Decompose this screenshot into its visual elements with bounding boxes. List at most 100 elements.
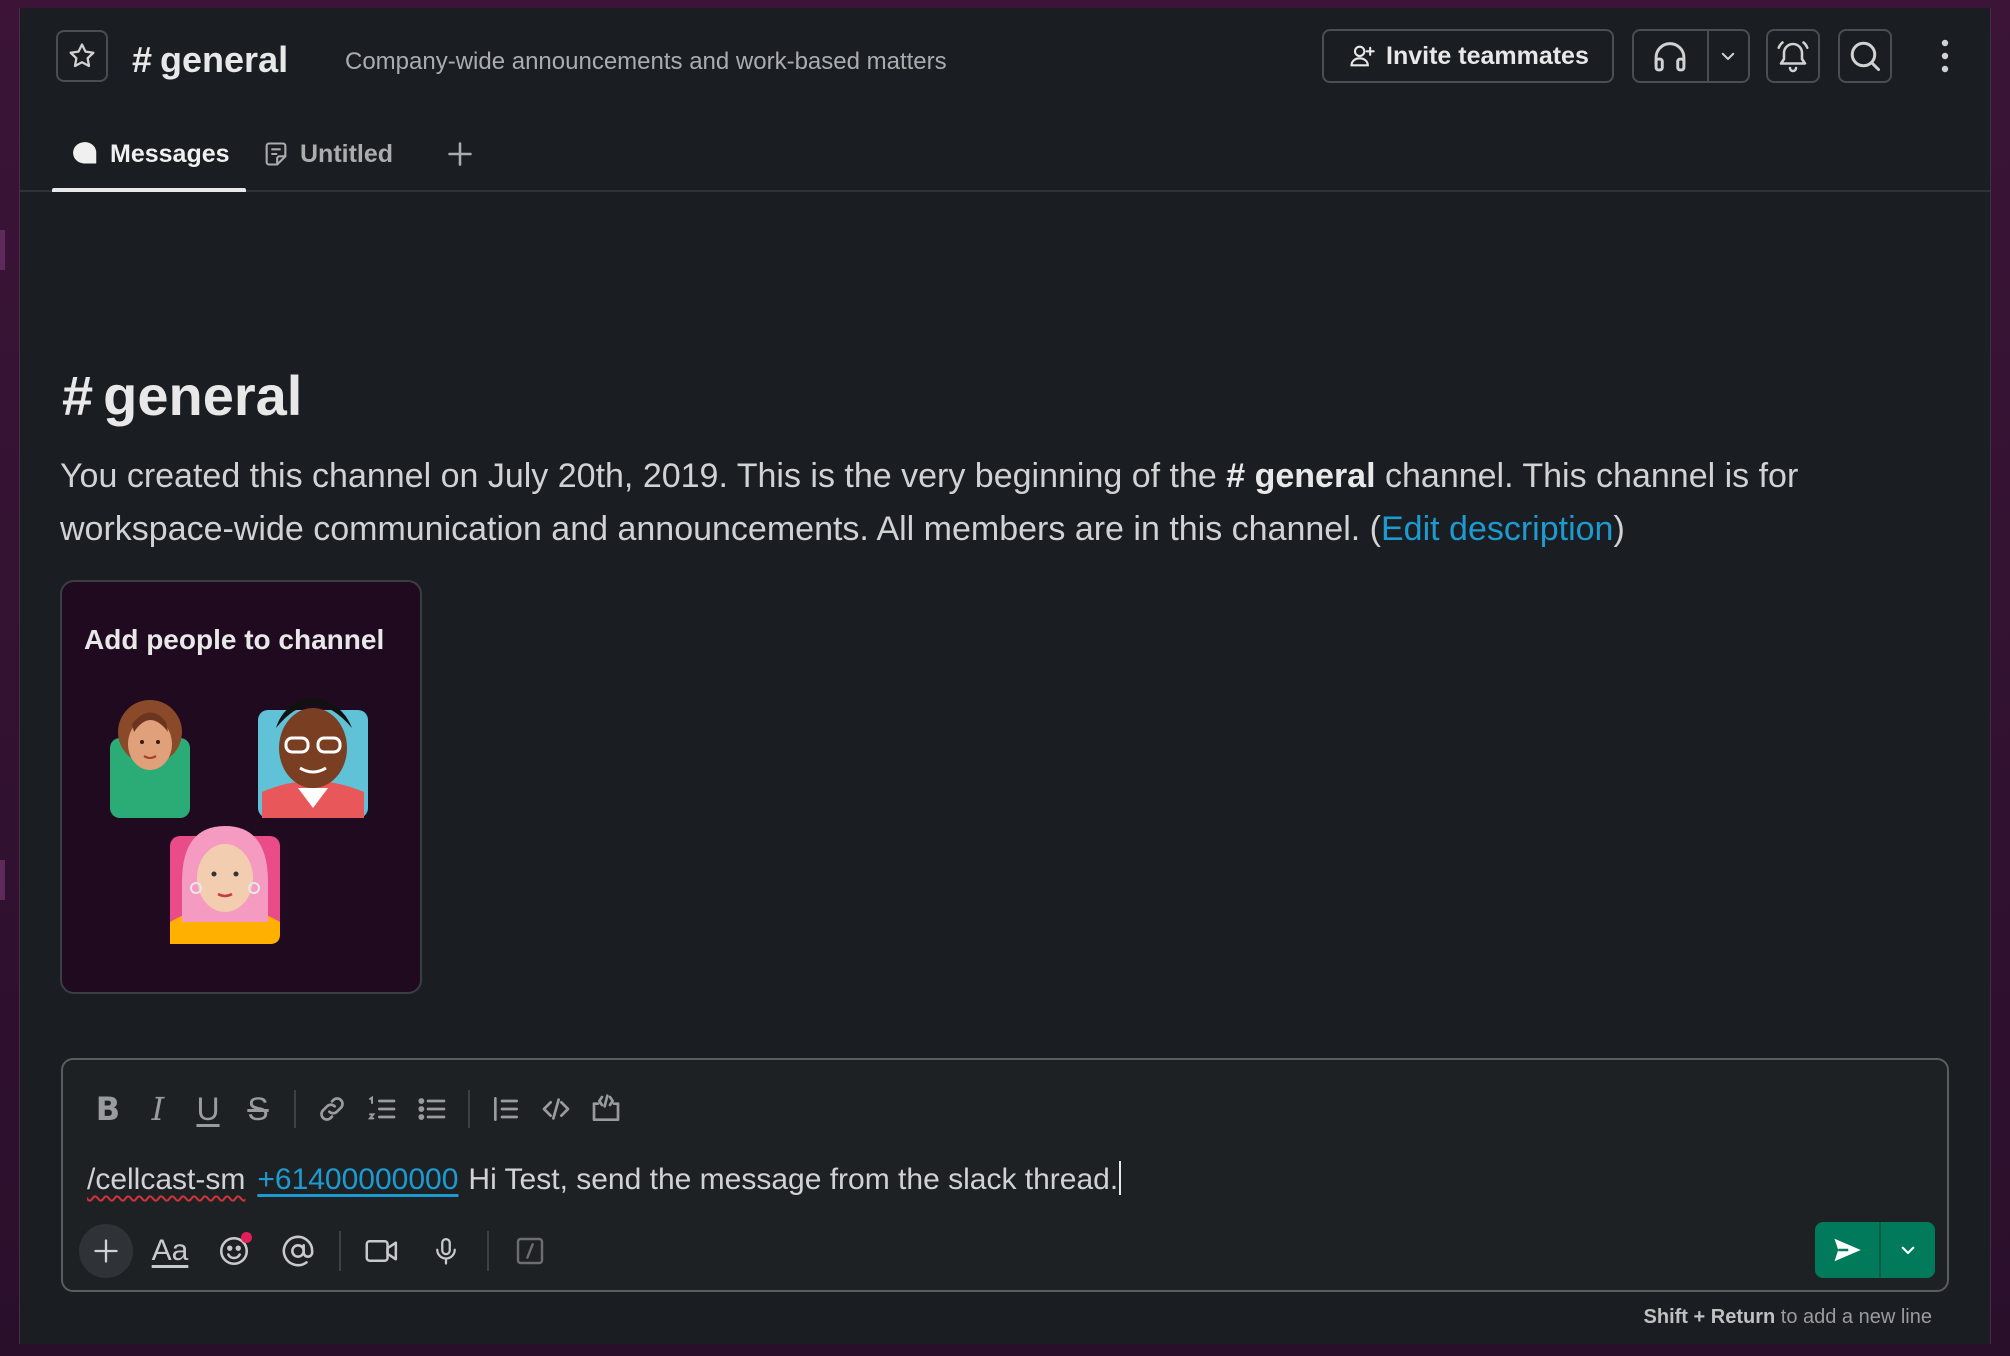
huddle-options-button[interactable] — [1709, 31, 1748, 81]
tab-label: Messages — [110, 139, 230, 168]
code-icon — [542, 1098, 570, 1120]
composer-actions: Aa — [79, 1224, 567, 1278]
intro-text-part: ) — [1613, 510, 1625, 548]
emoji-button[interactable] — [207, 1224, 261, 1278]
intro-description: You created this channel on July 20th, 2… — [60, 450, 1960, 556]
avatar-illustration — [258, 698, 368, 818]
formatting-aa-icon: Aa — [151, 1234, 189, 1267]
phone-number-link[interactable]: +61400000000 — [257, 1163, 458, 1196]
intro-text-part: You created this channel on July 20th, 2… — [60, 457, 1217, 495]
link-icon — [320, 1097, 344, 1121]
ordered-list-icon — [367, 1095, 396, 1120]
intro-channel-name: general — [103, 364, 303, 427]
microphone-icon — [436, 1238, 456, 1265]
edit-description-link[interactable]: Edit description — [1381, 510, 1613, 548]
mention-button[interactable] — [271, 1224, 325, 1278]
underline-icon: U — [196, 1090, 220, 1127]
channel-hash: # — [132, 39, 153, 80]
code-button[interactable] — [531, 1084, 581, 1134]
strikethrough-button[interactable]: S — [233, 1084, 283, 1134]
plus-icon — [94, 1239, 118, 1263]
chevron-down-icon — [1901, 1246, 1915, 1255]
hint-keys: Shift + Return — [1643, 1306, 1776, 1328]
invite-teammates-button[interactable]: Invite teammates — [1322, 29, 1614, 83]
channel-topic[interactable]: Company-wide announcements and work-base… — [345, 48, 947, 76]
slash-command-text: /cellcast-sm — [87, 1163, 246, 1196]
toolbar-divider — [468, 1090, 470, 1128]
message-text: Hi Test, send the message from the slack… — [468, 1163, 1119, 1196]
huddle-button[interactable] — [1634, 31, 1709, 81]
more-actions-button[interactable] — [1930, 36, 1960, 76]
emoji-notification-dot — [241, 1232, 252, 1243]
blockquote-button[interactable] — [481, 1084, 531, 1134]
notifications-button[interactable] — [1766, 29, 1820, 83]
message-input[interactable]: /cellcast-sm +61400000000 Hi Test, send th… — [87, 1160, 1122, 1200]
blockquote-icon — [494, 1097, 518, 1121]
hint-text: to add a new line — [1780, 1306, 1932, 1328]
channel-header: # general Company-wide announcements and … — [20, 8, 1990, 118]
tab-label: Untitled — [300, 139, 394, 168]
bold-button[interactable]: B — [83, 1084, 133, 1134]
channel-window: # general Company-wide announcements and … — [19, 8, 1991, 1344]
add-tab-button[interactable] — [446, 118, 474, 190]
bell-icon — [1777, 41, 1809, 73]
link-button[interactable] — [307, 1084, 357, 1134]
intro-heading: # general — [62, 364, 302, 428]
send-button[interactable] — [1815, 1222, 1881, 1278]
sidebar-edge — [0, 230, 5, 270]
tab-messages[interactable]: Messages — [52, 118, 246, 192]
toolbar-divider — [294, 1090, 296, 1128]
star-channel-button[interactable] — [56, 30, 108, 82]
video-clip-button[interactable] — [355, 1224, 409, 1278]
sidebar-edge — [0, 860, 5, 900]
plus-icon — [448, 142, 472, 166]
intro-channel-mention[interactable]: # general — [1226, 457, 1375, 495]
search-button[interactable] — [1838, 29, 1892, 83]
bulleted-list-icon — [418, 1098, 446, 1120]
user-plus-icon — [1350, 45, 1375, 67]
avatar-illustration — [170, 826, 280, 944]
toolbar-divider — [487, 1231, 489, 1271]
channel-name: general — [160, 39, 289, 80]
formatting-toolbar: B I U S — [83, 1084, 631, 1134]
tab-untitled-canvas[interactable]: Untitled — [262, 118, 393, 190]
chevron-down-icon — [1722, 52, 1735, 60]
canvas-icon — [265, 142, 287, 166]
add-people-card[interactable]: Add people to channel — [60, 580, 422, 994]
strikethrough-icon: S — [247, 1090, 269, 1127]
send-button-group — [1815, 1222, 1935, 1278]
bulleted-list-button[interactable] — [407, 1084, 457, 1134]
text-cursor — [1119, 1161, 1122, 1195]
intro-hash: # — [62, 364, 94, 427]
code-block-button[interactable] — [581, 1084, 631, 1134]
italic-icon: I — [151, 1090, 165, 1128]
star-icon — [69, 43, 95, 68]
video-icon — [365, 1240, 398, 1262]
channel-name-button[interactable]: # general — [132, 40, 288, 80]
people-illustration — [110, 698, 368, 944]
bold-icon: B — [95, 1090, 121, 1128]
shortcuts-button[interactable] — [503, 1224, 557, 1278]
code-block-icon — [592, 1094, 620, 1121]
underline-button[interactable]: U — [183, 1084, 233, 1134]
channel-tabs: Messages Untitled — [20, 118, 1990, 192]
toolbar-divider — [339, 1231, 341, 1271]
avatar-illustration — [110, 700, 190, 818]
italic-button[interactable]: I — [133, 1084, 183, 1134]
message-bubble-icon — [73, 142, 97, 164]
headphones-icon — [1654, 42, 1686, 72]
schedule-send-button[interactable] — [1881, 1222, 1935, 1278]
message-composer[interactable]: B I U S /cellcast-sm +61400000000 Hi Tes… — [61, 1058, 1949, 1292]
search-icon — [1850, 41, 1880, 71]
audio-clip-button[interactable] — [419, 1224, 473, 1278]
mention-icon — [282, 1235, 314, 1267]
invite-label: Invite teammates — [1386, 41, 1589, 70]
send-icon — [1834, 1238, 1861, 1262]
formatting-toggle-button[interactable]: Aa — [143, 1224, 197, 1278]
slash-command-icon — [516, 1237, 544, 1265]
attach-button[interactable] — [79, 1224, 133, 1278]
huddle-button-group — [1632, 29, 1750, 83]
composer-hint: Shift + Return to add a new line — [1644, 1306, 1932, 1329]
app-frame: # general Company-wide announcements and … — [0, 0, 2010, 1356]
ordered-list-button[interactable] — [357, 1084, 407, 1134]
